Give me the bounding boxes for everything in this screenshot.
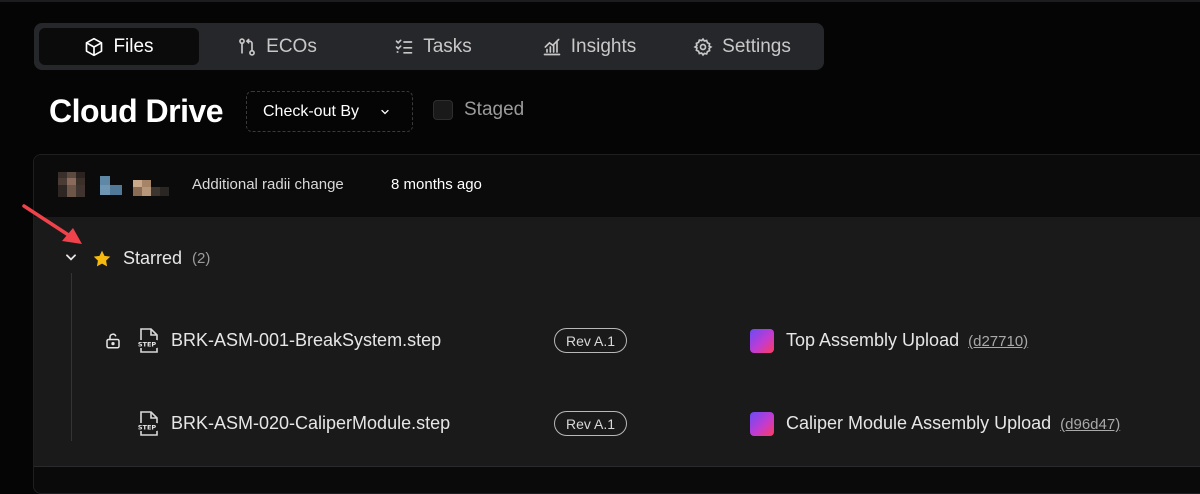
chevron-down-icon[interactable] — [64, 250, 78, 264]
unlock-icon[interactable] — [104, 332, 122, 350]
git-compare-icon — [239, 37, 256, 56]
task-list-icon — [395, 39, 413, 54]
latest-commit-row[interactable]: Additional radii change 8 months ago — [34, 155, 1200, 218]
staged-checkbox[interactable] — [433, 100, 453, 120]
staged-filter[interactable]: Staged — [433, 99, 524, 121]
upload-icon — [750, 412, 774, 436]
chevron-down-icon — [381, 109, 389, 114]
staged-label: Staged — [464, 99, 525, 120]
tree-connector-line — [71, 273, 72, 441]
file-row[interactable]: STEP BRK-ASM-020-CaliperModule.step Rev … — [34, 383, 1200, 467]
tab-insights[interactable]: Insights — [511, 28, 667, 65]
revision-badge: Rev A.1 — [554, 328, 628, 353]
starred-count: (2) — [192, 250, 211, 267]
file-name[interactable]: BRK-ASM-020-CaliperModule.step — [171, 413, 450, 434]
step-file-icon: STEP — [136, 328, 158, 353]
box-icon — [86, 37, 103, 56]
file-name[interactable]: BRK-ASM-001-BreakSystem.step — [171, 330, 441, 351]
upload-title: Caliper Module Assembly Upload — [786, 413, 1052, 433]
tab-label: Tasks — [423, 35, 472, 57]
tab-bar: Files ECOs Tasks Insights Settings — [34, 23, 824, 70]
upload-icon — [750, 329, 774, 353]
tab-label: ECOs — [266, 35, 317, 57]
dropdown-label: Check-out By — [263, 102, 360, 120]
step-file-icon: STEP — [136, 411, 158, 436]
avatar-group — [58, 172, 169, 197]
svg-text:STEP: STEP — [138, 341, 157, 349]
tab-settings[interactable]: Settings — [667, 28, 817, 65]
tab-label: Files — [113, 35, 154, 57]
top-border — [0, 0, 1200, 2]
commit-hash-link[interactable]: (d27710) — [968, 333, 1028, 350]
tab-tasks[interactable]: Tasks — [355, 28, 511, 65]
starred-label: Starred — [123, 248, 183, 268]
checkout-by-dropdown[interactable]: Check-out By — [246, 91, 413, 132]
commit-time: 8 months ago — [391, 176, 482, 193]
tab-ecos[interactable]: ECOs — [199, 28, 355, 65]
annotation-arrow-icon — [22, 204, 82, 244]
file-row[interactable]: STEP BRK-ASM-001-BreakSystem.step Rev A.… — [34, 300, 1200, 384]
bar-chart-icon — [543, 38, 561, 55]
commit-message: Additional radii change — [192, 176, 344, 193]
gear-icon — [693, 37, 713, 56]
page-title: Cloud Drive — [49, 93, 224, 129]
file-panel: Additional radii change 8 months ago Sta… — [33, 154, 1200, 494]
tab-files[interactable]: Files — [39, 28, 199, 65]
star-icon — [93, 250, 111, 267]
tab-label: Settings — [722, 35, 791, 57]
upload-link: Caliper Module Assembly Upload (d96d47) — [786, 413, 1120, 434]
revision-badge: Rev A.1 — [554, 411, 628, 436]
svg-text:STEP: STEP — [138, 424, 157, 432]
tab-label: Insights — [570, 35, 637, 57]
starred-group-header[interactable]: Starred (2) — [34, 217, 1200, 301]
upload-title: Top Assembly Upload — [786, 330, 960, 350]
upload-link: Top Assembly Upload (d27710) — [786, 330, 1028, 351]
commit-hash-link[interactable]: (d96d47) — [1060, 416, 1120, 433]
